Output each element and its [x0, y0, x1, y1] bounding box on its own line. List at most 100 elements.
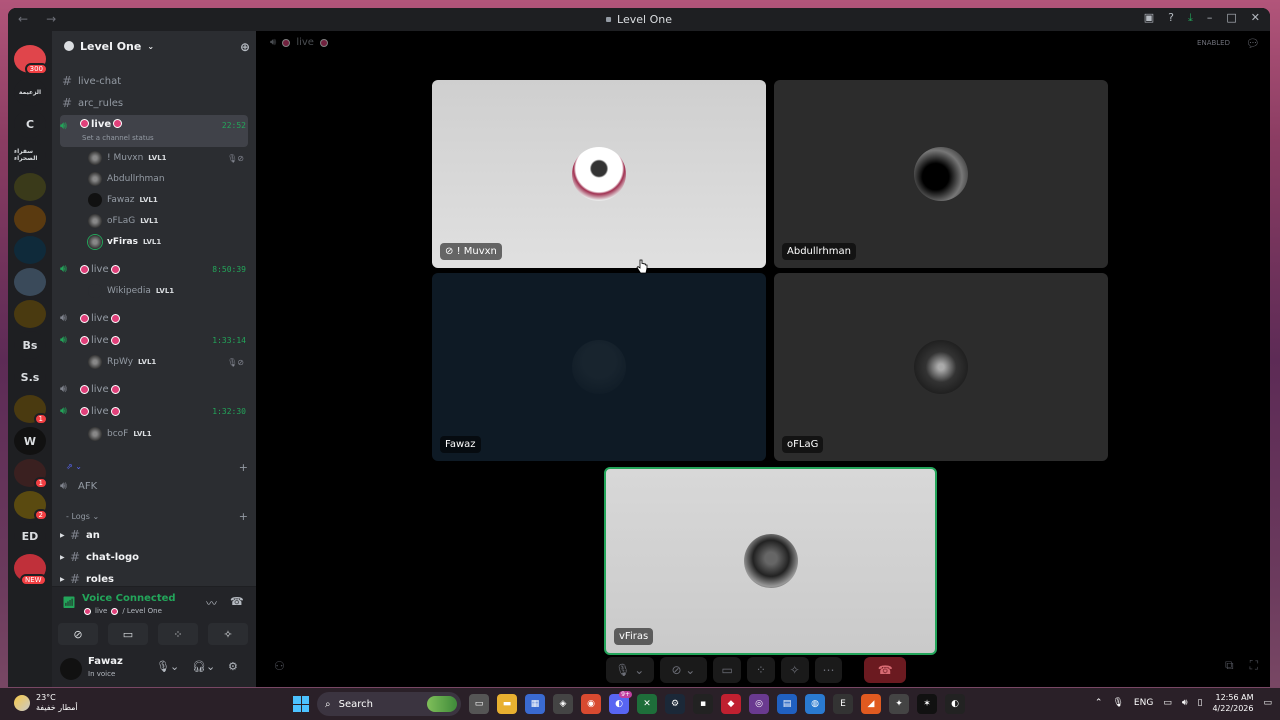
voice-channel-live-active[interactable]: 🔊︎ live 22:52 Set a channel status: [60, 115, 248, 147]
server-icon[interactable]: [14, 300, 46, 328]
app-icon[interactable]: ◍: [805, 694, 825, 714]
server-icon[interactable]: 300: [14, 45, 48, 75]
weather-widget[interactable]: 23°C أمطار خفيفة: [14, 693, 78, 713]
server-icon[interactable]: ED: [14, 522, 46, 550]
store-icon[interactable]: ▦: [525, 694, 545, 714]
fullscreen-icon[interactable]: ⛶: [1250, 658, 1258, 673]
voice-member[interactable]: Wikipedia LVL1: [88, 282, 248, 300]
video-tile-muvxn[interactable]: ⊘ ! Muvxn: [432, 80, 766, 268]
soundboard-button[interactable]: ✧: [780, 657, 809, 683]
category-logs[interactable]: - Logs ⌄: [66, 512, 99, 521]
taskbar-search[interactable]: ⌕ Search: [317, 692, 461, 716]
app-icon[interactable]: ▤: [777, 694, 797, 714]
soundboard-button[interactable]: ✧: [208, 623, 248, 645]
channel-status[interactable]: Set a channel status: [82, 134, 154, 142]
app-icon[interactable]: ▪: [693, 694, 713, 714]
channel-an[interactable]: ▶ # an: [60, 525, 248, 545]
server-icon[interactable]: الزعيمة: [14, 78, 46, 106]
app-icon[interactable]: ◎: [749, 694, 769, 714]
discord-icon[interactable]: ◐ 9+: [609, 691, 632, 714]
app-icon[interactable]: ◈: [553, 694, 573, 714]
video-tile-fawaz[interactable]: Fawaz: [432, 273, 766, 461]
voice-member[interactable]: vFiras LVL1: [88, 233, 248, 251]
server-icon[interactable]: W: [14, 427, 46, 455]
chrome-icon[interactable]: ◉: [581, 694, 601, 714]
maximize-icon[interactable]: □: [1226, 11, 1236, 25]
steam-icon[interactable]: ⚙: [665, 694, 685, 714]
voice-connected-title[interactable]: Voice Connected: [82, 593, 176, 604]
notification-icon[interactable]: ▭: [1263, 698, 1272, 708]
inbox-icon[interactable]: ▣: [1144, 11, 1154, 25]
app-icon[interactable]: ✦: [889, 694, 909, 714]
app-icon[interactable]: ◢: [861, 694, 881, 714]
voice-channel-link[interactable]: live / Level One: [82, 607, 162, 615]
voice-channel-live[interactable]: 🔊︎ live: [60, 308, 248, 328]
avatar[interactable]: [60, 658, 82, 680]
app-icon[interactable]: ✶: [917, 694, 937, 714]
headphones-icon[interactable]: 🎧︎⌄: [192, 660, 215, 673]
screen-share-button[interactable]: ▭: [108, 623, 148, 645]
server-icon[interactable]: Bs: [14, 331, 46, 359]
voice-channel-live[interactable]: 🔊︎ live: [60, 379, 248, 399]
download-icon[interactable]: ⤓: [1188, 11, 1193, 25]
disconnect-icon[interactable]: ☎: [230, 595, 244, 608]
camera-button[interactable]: ⊘ ⌄: [659, 657, 708, 683]
voice-channel-live[interactable]: 🔊︎ live 1:32:30: [60, 401, 248, 421]
language-indicator[interactable]: ENG: [1134, 698, 1153, 708]
forward-arrow-icon[interactable]: →: [46, 12, 56, 26]
server-icon[interactable]: S.s: [14, 363, 46, 391]
microphone-icon[interactable]: 🎙︎⌄: [156, 660, 179, 673]
voice-member[interactable]: RpWy LVL1 🎙︎⊘: [88, 353, 248, 371]
add-channel-icon[interactable]: +: [239, 461, 248, 474]
network-icon[interactable]: ▭: [1163, 698, 1172, 708]
voice-channel-afk[interactable]: 🔊︎ AFK: [60, 476, 248, 496]
server-icon[interactable]: [14, 205, 46, 233]
disconnect-button[interactable]: ☎: [864, 657, 906, 683]
voice-channel-live[interactable]: 🔊︎ live 8:50:39: [60, 259, 248, 279]
server-icon[interactable]: [14, 173, 46, 201]
voice-member[interactable]: Fawaz LVL1: [88, 191, 248, 209]
server-icon[interactable]: 1: [14, 395, 48, 425]
video-tile-oflag[interactable]: oFLaG: [774, 273, 1108, 461]
discord-icon[interactable]: ◐: [945, 694, 965, 714]
add-channel-icon[interactable]: +: [239, 510, 248, 523]
camera-off-button[interactable]: ⊘: [58, 623, 98, 645]
video-tile-abdullrhman[interactable]: Abdullrhman: [774, 80, 1108, 268]
xbox-icon[interactable]: ✕: [637, 694, 657, 714]
close-icon[interactable]: ✕: [1251, 11, 1260, 25]
activities-button[interactable]: ⁘: [158, 623, 198, 645]
video-tile-vfiras[interactable]: vFiras: [604, 467, 937, 655]
gear-icon[interactable]: ⚙: [228, 660, 238, 673]
voice-member[interactable]: ! Muvxn LVL1 🎙︎⊘: [88, 149, 248, 167]
user-name[interactable]: Fawaz: [88, 656, 123, 667]
server-icon[interactable]: C: [14, 110, 46, 138]
noise-suppression-icon[interactable]: 〰: [206, 595, 217, 611]
clock[interactable]: 12:56 AM 4/22/2026: [1212, 692, 1253, 714]
chat-icon[interactable]: 💬︎: [1246, 37, 1260, 50]
chevron-up-icon[interactable]: ⌃: [1095, 698, 1103, 708]
voice-member[interactable]: oFLaG LVL1: [88, 212, 248, 230]
minimize-icon[interactable]: –: [1207, 11, 1213, 25]
voice-member[interactable]: Abdullrhman: [88, 170, 248, 188]
voice-channel-live[interactable]: 🔊︎ live 1:33:14: [60, 330, 248, 350]
battery-icon[interactable]: ▯: [1198, 698, 1203, 708]
screen-share-button[interactable]: ▭: [713, 657, 741, 683]
server-icon[interactable]: [14, 236, 46, 264]
task-view-icon[interactable]: ▭: [469, 694, 489, 714]
server-icon[interactable]: 2: [14, 491, 48, 521]
channel-live-chat[interactable]: # live-chat: [60, 71, 248, 91]
voice-member[interactable]: bcoF LVL1: [88, 425, 248, 443]
file-explorer-icon[interactable]: ▬: [497, 694, 517, 714]
server-icon[interactable]: [14, 268, 46, 296]
server-icon[interactable]: NEW: [14, 554, 47, 586]
epic-games-icon[interactable]: E: [833, 694, 853, 714]
server-icon[interactable]: سفراء الصحراء: [14, 141, 46, 169]
back-arrow-icon[interactable]: ←: [18, 12, 28, 26]
channel-chat-logo[interactable]: ▶ # chat-logo: [60, 547, 248, 567]
volume-icon[interactable]: 🔊︎: [1182, 698, 1188, 708]
microphone-icon[interactable]: 🎙︎: [1112, 698, 1123, 708]
server-header[interactable]: Level One ⌄ ⊕: [52, 31, 256, 61]
app-icon[interactable]: ◆: [721, 694, 741, 714]
signal-icon[interactable]: 📶︎: [62, 596, 76, 609]
help-icon[interactable]: ?: [1168, 11, 1174, 25]
